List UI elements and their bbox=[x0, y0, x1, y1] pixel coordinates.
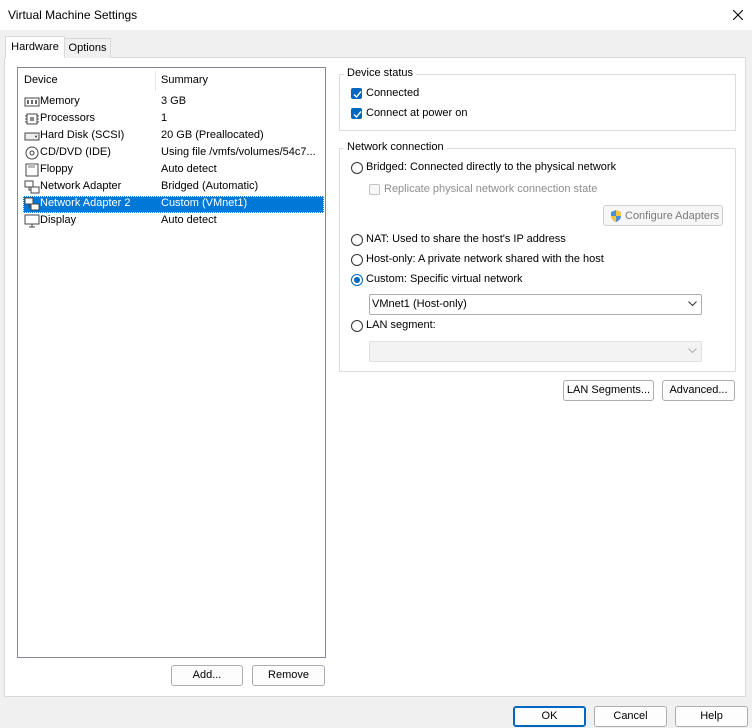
shield-icon bbox=[611, 210, 621, 222]
device-status-group bbox=[339, 74, 736, 131]
nat-radio[interactable] bbox=[351, 234, 363, 246]
remove-button[interactable]: Remove bbox=[252, 665, 325, 686]
device-summary: 1 bbox=[161, 112, 168, 124]
lan-segment-radio[interactable] bbox=[351, 320, 363, 332]
lan-segment-select[interactable] bbox=[369, 341, 702, 362]
device-summary: Custom (VMnet1) bbox=[161, 197, 248, 209]
network-adapter-icon bbox=[24, 197, 40, 211]
nat-label[interactable]: NAT: Used to share the host's IP address bbox=[366, 233, 566, 245]
network-connection-title: Network connection bbox=[344, 141, 447, 153]
custom-radio[interactable] bbox=[351, 274, 363, 286]
replicate-checkbox[interactable] bbox=[369, 184, 380, 195]
custom-network-value: VMnet1 (Host-only) bbox=[372, 298, 467, 310]
device-name: Memory bbox=[40, 95, 80, 107]
bridged-radio[interactable] bbox=[351, 162, 363, 174]
device-row-hard-disk[interactable]: Hard Disk (SCSI) 20 GB (Preallocated) bbox=[23, 128, 324, 145]
ok-button[interactable]: OK bbox=[513, 706, 586, 727]
device-row-display[interactable]: Display Auto detect bbox=[23, 213, 324, 230]
configure-adapters-label: Configure Adapters bbox=[625, 210, 720, 222]
cd-dvd-icon bbox=[25, 146, 39, 160]
device-name: CD/DVD (IDE) bbox=[40, 146, 111, 158]
connected-label[interactable]: Connected bbox=[366, 87, 419, 99]
host-only-radio[interactable] bbox=[351, 254, 363, 266]
column-header-device[interactable]: Device bbox=[24, 74, 58, 86]
device-summary: 3 GB bbox=[161, 95, 187, 107]
connect-at-power-on-label[interactable]: Connect at power on bbox=[366, 107, 468, 119]
tab-options[interactable]: Options bbox=[64, 38, 111, 58]
host-only-label[interactable]: Host-only: A private network shared with… bbox=[366, 253, 604, 265]
device-name: Display bbox=[40, 214, 77, 226]
column-divider[interactable] bbox=[155, 71, 156, 91]
device-row-memory[interactable]: Memory 3 GB bbox=[23, 94, 324, 111]
device-row-network-adapter-2[interactable]: Network Adapter 2 Custom (VMnet1) bbox=[23, 196, 324, 213]
configure-adapters-button[interactable]: Configure Adapters bbox=[603, 205, 723, 226]
close-button[interactable] bbox=[724, 2, 752, 28]
chevron-down-icon bbox=[688, 348, 697, 354]
lan-segment-label[interactable]: LAN segment: bbox=[366, 319, 436, 331]
device-summary: Auto detect bbox=[161, 163, 217, 175]
processor-icon bbox=[25, 113, 39, 125]
device-row-floppy[interactable]: Floppy Auto detect bbox=[23, 162, 324, 179]
bridged-label[interactable]: Bridged: Connected directly to the physi… bbox=[366, 161, 616, 173]
tab-hardware[interactable]: Hardware bbox=[5, 36, 65, 58]
cancel-button[interactable]: Cancel bbox=[594, 706, 667, 727]
device-name: Network Adapter 2 bbox=[40, 197, 131, 209]
device-status-title: Device status bbox=[344, 67, 417, 79]
device-summary: 20 GB (Preallocated) bbox=[161, 129, 264, 141]
replicate-label[interactable]: Replicate physical network connection st… bbox=[384, 183, 597, 195]
hard-disk-icon bbox=[24, 132, 40, 141]
checkmark-icon bbox=[353, 111, 362, 119]
floppy-icon bbox=[25, 163, 39, 177]
device-row-cd-dvd[interactable]: CD/DVD (IDE) Using file /vmfs/volumes/54… bbox=[23, 145, 324, 162]
network-adapter-icon bbox=[24, 180, 40, 194]
device-name: Hard Disk (SCSI) bbox=[40, 129, 125, 141]
device-name: Floppy bbox=[40, 163, 74, 175]
lan-segments-button[interactable]: LAN Segments... bbox=[563, 380, 654, 401]
add-button[interactable]: Add... bbox=[171, 665, 243, 686]
device-summary: Bridged (Automatic) bbox=[161, 180, 259, 192]
help-button[interactable]: Help bbox=[675, 706, 748, 727]
display-icon bbox=[24, 214, 40, 228]
custom-label[interactable]: Custom: Specific virtual network bbox=[366, 273, 523, 285]
device-name: Processors bbox=[40, 112, 96, 124]
checkmark-icon bbox=[353, 91, 362, 99]
device-row-processors[interactable]: Processors 1 bbox=[23, 111, 324, 128]
column-header-summary[interactable]: Summary bbox=[161, 74, 208, 86]
connected-checkbox[interactable] bbox=[351, 88, 362, 99]
custom-network-select[interactable]: VMnet1 (Host-only) bbox=[369, 294, 702, 315]
close-icon bbox=[733, 10, 743, 20]
advanced-button[interactable]: Advanced... bbox=[662, 380, 735, 401]
memory-icon bbox=[24, 97, 40, 107]
chevron-down-icon bbox=[688, 301, 697, 307]
connect-at-power-on-checkbox[interactable] bbox=[351, 108, 362, 119]
device-name: Network Adapter bbox=[40, 180, 122, 192]
window-title: Virtual Machine Settings bbox=[8, 8, 138, 22]
device-summary: Using file /vmfs/volumes/54c7... bbox=[161, 146, 316, 158]
device-summary: Auto detect bbox=[161, 214, 217, 226]
device-row-network-adapter[interactable]: Network Adapter Bridged (Automatic) bbox=[23, 179, 324, 196]
